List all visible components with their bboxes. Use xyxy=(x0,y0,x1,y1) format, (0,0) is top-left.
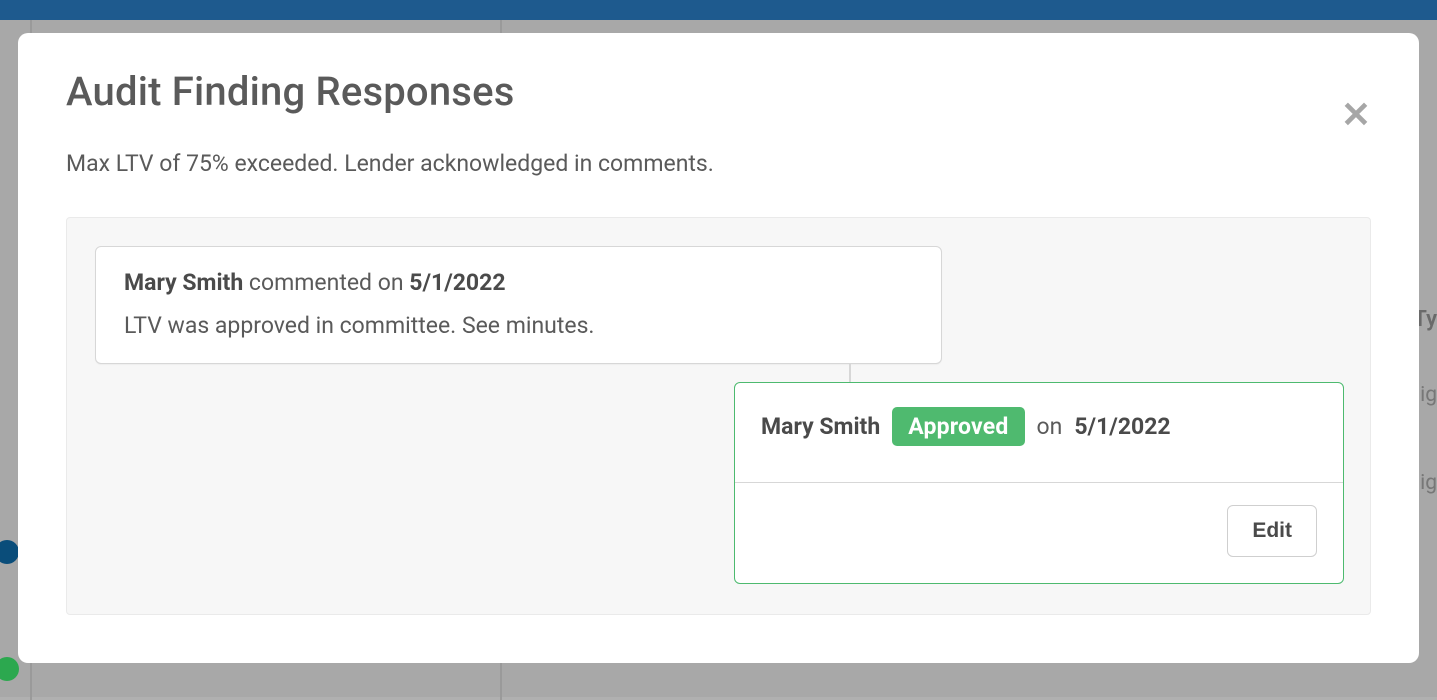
close-icon: ✕ xyxy=(1341,94,1371,136)
comment-header: Mary Smith commented on 5/1/2022 xyxy=(124,269,913,296)
comment-author: Mary Smith xyxy=(124,269,243,296)
audit-finding-responses-modal: ✕ Audit Finding Responses Max LTV of 75%… xyxy=(18,33,1419,663)
approval-actions: Edit xyxy=(735,483,1343,583)
edit-button[interactable]: Edit xyxy=(1227,505,1317,557)
modal-subtitle: Max LTV of 75% exceeded. Lender acknowle… xyxy=(66,150,1371,177)
comment-card: Mary Smith commented on 5/1/2022 LTV was… xyxy=(95,246,942,364)
close-button[interactable]: ✕ xyxy=(1341,97,1371,133)
approval-author: Mary Smith xyxy=(761,413,880,440)
status-badge: Approved xyxy=(892,407,1024,446)
responses-container: Mary Smith commented on 5/1/2022 LTV was… xyxy=(66,217,1371,615)
approval-header: Mary Smith Approved on 5/1/2022 xyxy=(735,383,1343,482)
comment-body: LTV was approved in committee. See minut… xyxy=(124,312,913,339)
modal-overlay: ✕ Audit Finding Responses Max LTV of 75%… xyxy=(0,0,1437,697)
comment-date: 5/1/2022 xyxy=(409,269,505,296)
comment-action-text: commented on xyxy=(249,269,404,296)
approval-card: Mary Smith Approved on 5/1/2022 Edit xyxy=(734,382,1344,584)
card-connector xyxy=(95,364,1344,382)
approval-on-text: on xyxy=(1037,413,1063,440)
connector-line xyxy=(849,363,851,382)
modal-title: Audit Finding Responses xyxy=(66,68,1371,115)
approval-date: 5/1/2022 xyxy=(1074,413,1170,440)
